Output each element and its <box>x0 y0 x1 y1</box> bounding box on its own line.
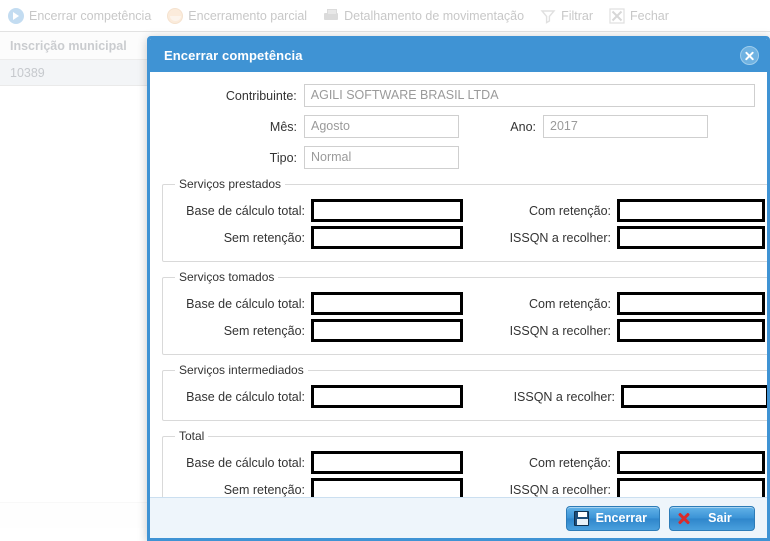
base-calculo-total-prestados-input[interactable] <box>311 199 463 222</box>
issqn-recolher-tomados-input[interactable] <box>617 319 765 342</box>
field-base-calculo-total: Base de cálculo total: <box>173 451 469 474</box>
toolbar-label: Fechar <box>630 8 669 23</box>
fieldset-legend: Serviços tomados <box>179 270 275 284</box>
dialog-footer: Encerrar Sair <box>150 497 767 538</box>
issqn-recolher-total-input[interactable] <box>617 478 765 497</box>
toolbar-button-encerramento-parcial[interactable]: Encerramento parcial <box>167 7 308 24</box>
funnel-icon <box>540 8 556 24</box>
ano-field[interactable]: 2017 <box>543 115 708 138</box>
field-label: Base de cálculo total: <box>186 455 305 470</box>
sair-button-label: Sair <box>708 511 732 525</box>
field-label: ISSQN a recolher: <box>509 323 611 338</box>
toolbar-label: Detalhamento de movimentação <box>344 8 525 23</box>
red-x-icon <box>677 511 691 525</box>
field-label: ISSQN a recolher: <box>509 230 611 245</box>
encerrar-competencia-dialog: Encerrar competência Contribuinte: AGILI… <box>147 36 770 541</box>
toolbar-button-fechar[interactable]: Fechar <box>609 7 669 24</box>
field-row-mes-ano: Mês: Agosto Ano: 2017 <box>162 115 755 138</box>
field-base-calculo-total: Base de cálculo total: <box>173 385 473 408</box>
toolbar-button-detalhamento-movimentacao[interactable]: Detalhamento de movimentação <box>323 8 524 24</box>
base-calculo-total-intermediados-input[interactable] <box>311 385 463 408</box>
field-label: Com retenção: <box>529 203 611 218</box>
mes-field[interactable]: Agosto <box>304 115 459 138</box>
fieldset-servicos-intermediados: Serviços intermediados Base de cálculo t… <box>162 363 767 421</box>
field-com-retencao: Com retenção: <box>469 451 765 474</box>
field-label: ISSQN a recolher: <box>509 482 611 497</box>
fieldset-row: Base de cálculo total: ISSQN a recolher: <box>173 385 767 408</box>
main-toolbar: Encerrar competência Encerramento parcia… <box>0 0 770 31</box>
fieldset-row: Base de cálculo total: Com retenção: <box>173 451 765 474</box>
dialog-body: Contribuinte: AGILI SOFTWARE BRASIL LTDA… <box>150 72 767 497</box>
sair-button[interactable]: Sair <box>669 505 755 531</box>
toolbar-label: Filtrar <box>561 8 594 23</box>
fieldset-row: Base de cálculo total: Com retenção: <box>173 199 765 222</box>
fieldset-row: Sem retenção: ISSQN a recolher: <box>173 478 765 497</box>
grid-cell-inscricao-municipal: 10389 <box>10 65 45 80</box>
contribuinte-label: Contribuinte: <box>225 88 297 103</box>
fieldset-row: Sem retenção: ISSQN a recolher: <box>173 226 765 249</box>
contribuinte-field[interactable]: AGILI SOFTWARE BRASIL LTDA <box>303 84 755 107</box>
field-label: Sem retenção: <box>223 482 305 497</box>
close-x-icon <box>609 7 625 24</box>
sem-retencao-tomados-input[interactable] <box>311 319 463 342</box>
sem-retencao-total-input[interactable] <box>311 478 463 497</box>
toolbar-button-filtrar[interactable]: Filtrar <box>540 8 593 24</box>
encerrar-button[interactable]: Encerrar <box>565 505 660 531</box>
fieldset-legend: Serviços intermediados <box>179 363 304 377</box>
com-retencao-tomados-input[interactable] <box>617 292 765 315</box>
issqn-recolher-intermediados-input[interactable] <box>621 385 767 408</box>
field-label: ISSQN a recolher: <box>513 389 615 404</box>
partial-circle-icon <box>167 7 184 24</box>
base-calculo-total-tomados-input[interactable] <box>311 292 463 315</box>
field-label: Base de cálculo total: <box>186 389 305 404</box>
field-label: Base de cálculo total: <box>186 296 305 311</box>
floppy-save-icon <box>573 510 589 526</box>
encerrar-button-label: Encerrar <box>595 511 647 525</box>
tipo-label: Tipo: <box>269 150 297 165</box>
base-calculo-total-total-input[interactable] <box>311 451 463 474</box>
field-issqn-recolher: ISSQN a recolher: <box>473 385 767 408</box>
close-circle-icon[interactable] <box>740 46 759 65</box>
field-sem-retencao: Sem retenção: <box>173 319 469 342</box>
field-com-retencao: Com retenção: <box>469 292 765 315</box>
fieldset-row: Base de cálculo total: Com retenção: <box>173 292 765 315</box>
fieldset-legend: Total <box>179 429 205 443</box>
fieldset-legend: Serviços prestados <box>179 177 282 191</box>
field-base-calculo-total: Base de cálculo total: <box>173 199 469 222</box>
toolbar-label: Encerramento parcial <box>188 8 308 23</box>
page-title: Encerrar competência <box>164 48 303 63</box>
tipo-field[interactable]: Normal <box>304 146 459 169</box>
field-label: Sem retenção: <box>223 323 305 338</box>
fieldset-total: Total Base de cálculo total: Com retençã… <box>162 429 767 497</box>
field-issqn-recolher: ISSQN a recolher: <box>469 319 765 342</box>
com-retencao-prestados-input[interactable] <box>617 199 765 222</box>
field-base-calculo-total: Base de cálculo total: <box>173 292 469 315</box>
arrow-circle-right-icon <box>8 7 24 24</box>
dialog-title-bar: Encerrar competência <box>150 39 767 72</box>
field-label: Com retenção: <box>529 296 611 311</box>
field-com-retencao: Com retenção: <box>469 199 765 222</box>
fieldset-servicos-tomados: Serviços tomados Base de cálculo total: … <box>162 270 767 355</box>
field-label: Base de cálculo total: <box>186 203 305 218</box>
field-sem-retencao: Sem retenção: <box>173 226 469 249</box>
field-issqn-recolher: ISSQN a recolher: <box>469 226 765 249</box>
toolbar-button-encerrar-competencia[interactable]: Encerrar competência <box>8 7 152 24</box>
com-retencao-total-input[interactable] <box>617 451 765 474</box>
application-window: Encerrar competência Encerramento parcia… <box>0 0 770 541</box>
field-label: Com retenção: <box>529 455 611 470</box>
field-row-tipo: Tipo: Normal <box>162 146 755 169</box>
fieldset-row: Sem retenção: ISSQN a recolher: <box>173 319 765 342</box>
printer-icon <box>323 8 339 24</box>
field-sem-retencao: Sem retenção: <box>173 478 469 497</box>
field-issqn-recolher: ISSQN a recolher: <box>469 478 765 497</box>
issqn-recolher-prestados-input[interactable] <box>617 226 765 249</box>
mes-label: Mês: <box>269 119 297 134</box>
field-label: Sem retenção: <box>223 230 305 245</box>
toolbar-label: Encerrar competência <box>29 8 152 23</box>
fieldset-servicos-prestados: Serviços prestados Base de cálculo total… <box>162 177 767 262</box>
ano-label: Ano: <box>510 119 536 134</box>
field-row-contribuinte: Contribuinte: AGILI SOFTWARE BRASIL LTDA <box>162 84 755 107</box>
sem-retencao-prestados-input[interactable] <box>311 226 463 249</box>
grid-column-header-label: Inscrição municipal <box>10 38 127 53</box>
